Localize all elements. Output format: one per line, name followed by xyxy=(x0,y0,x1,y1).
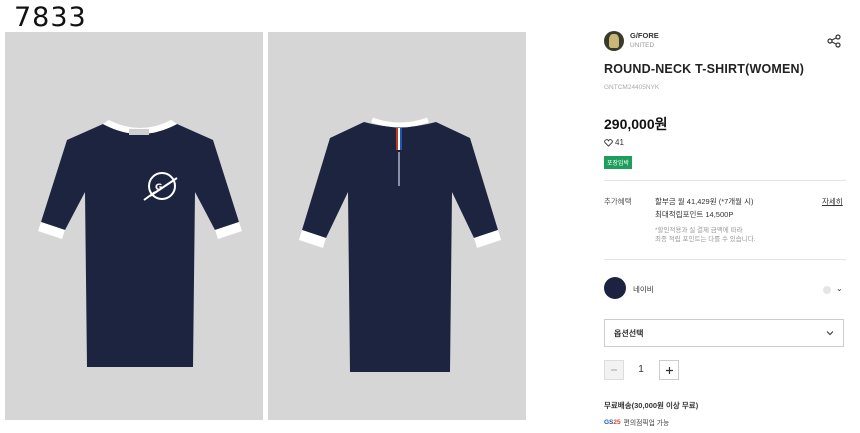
brand-name: G/FORE xyxy=(630,31,659,40)
tshirt-back-image xyxy=(299,117,501,372)
minus-icon xyxy=(611,369,617,371)
brand-logo xyxy=(604,31,624,51)
detail-link[interactable]: 자세히 xyxy=(822,196,843,207)
product-sku: GNTCM24405NYK xyxy=(604,84,660,91)
plus-icon xyxy=(665,366,673,374)
brand-header[interactable]: G/FORE UNITED xyxy=(604,31,659,51)
status-badge: 포장임박 xyxy=(604,156,633,169)
brand-sub: UNITED xyxy=(630,42,655,49)
divider xyxy=(604,180,846,181)
gs25-logo: GS25 xyxy=(604,418,621,426)
store-pickup-text: 편의점픽업 가능 xyxy=(623,420,670,427)
tshirt-front-image: G xyxy=(38,120,242,367)
store-pickup-info: GS25 편의점픽업 가능 xyxy=(604,417,670,428)
extra-benefits-label: 추가혜택 xyxy=(604,197,632,206)
heart-icon xyxy=(604,138,613,147)
svg-text:G: G xyxy=(155,183,162,193)
option-select[interactable]: 옵션선택 xyxy=(604,319,844,347)
quantity-value[interactable]: 1 xyxy=(634,364,648,375)
quantity-decrease-button[interactable] xyxy=(604,360,624,380)
chevron-down-icon xyxy=(826,331,834,336)
product-price: 290,000원 xyxy=(604,116,668,132)
points-info: 최대적립포인트 14,500P xyxy=(655,210,734,219)
page-label: 7833 xyxy=(14,2,87,33)
quantity-increase-button[interactable] xyxy=(659,360,679,380)
option-select-label: 옵션선택 xyxy=(614,328,644,338)
installment-info: 할부금 월 41,429원 (*7개월 시) xyxy=(655,197,754,206)
chevron-down-icon[interactable]: ⌄ xyxy=(836,284,843,293)
divider xyxy=(604,259,846,260)
points-note-2: 최종 적립 포인트는 다를 수 있습니다. xyxy=(655,236,756,243)
product-title: ROUND-NECK T-SHIRT(WOMEN) xyxy=(604,62,805,76)
product-image-front[interactable]: G xyxy=(5,32,263,420)
shipping-info: 무료배송(30,000원 이상 무료) xyxy=(604,401,699,410)
color-swatch-navy[interactable] xyxy=(604,277,626,299)
share-icon[interactable] xyxy=(827,34,841,48)
like-button[interactable]: 41 xyxy=(604,138,624,147)
color-name: 네이비 xyxy=(633,285,654,294)
like-count: 41 xyxy=(615,138,624,147)
product-image-back[interactable] xyxy=(268,32,526,420)
color-indicator xyxy=(823,286,831,294)
